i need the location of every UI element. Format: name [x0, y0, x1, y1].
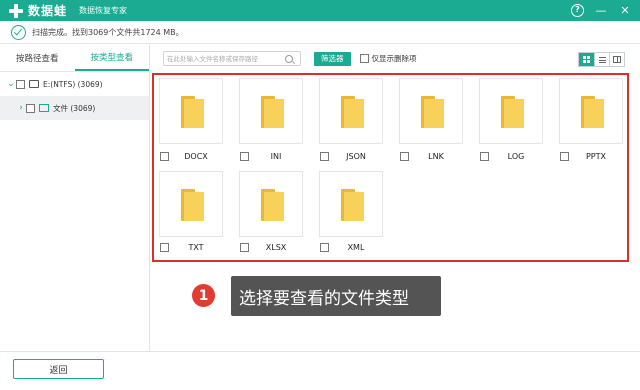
file-type-tile-xlsx[interactable]: [239, 171, 303, 237]
file-type-label: INI: [270, 152, 282, 161]
file-folder-icon: [39, 104, 49, 112]
file-type-tile-lnk[interactable]: [399, 78, 463, 144]
folder-icon: [581, 96, 604, 128]
detail-view-icon[interactable]: [609, 53, 624, 66]
file-type-tile-txt[interactable]: [159, 171, 223, 237]
file-type-label: DOCX: [184, 152, 208, 161]
grid-view-icon[interactable]: [579, 53, 594, 66]
app-subtitle: 数据恢复专家: [79, 6, 128, 15]
step-number-badge: 1: [192, 284, 215, 307]
status-bar: 扫描完成。找到3069个文件共1724 MB。: [0, 21, 640, 44]
file-type-tile-json[interactable]: [319, 78, 383, 144]
tree-files-checkbox[interactable]: [26, 103, 35, 113]
file-type-label: LNK: [428, 152, 444, 161]
tree-drive-label: E:(NTFS) (3069): [43, 79, 103, 89]
file-type-tile-xml[interactable]: [319, 171, 383, 237]
file-type-label: PPTX: [585, 152, 606, 161]
folder-icon: [181, 189, 204, 221]
drive-icon: [29, 80, 39, 88]
window-controls: ? — ✕: [571, 3, 632, 17]
scan-status-text: 扫描完成。找到3069个文件共1724 MB。: [32, 27, 184, 37]
tree-item-files[interactable]: › 文件 (3069): [0, 96, 149, 120]
tree-item-drive[interactable]: ⌄ E:(NTFS) (3069): [0, 72, 149, 96]
file-type-label: LOG: [507, 152, 525, 161]
folder-icon: [341, 96, 364, 128]
tree-files-label: 文件 (3069): [53, 103, 96, 113]
help-icon[interactable]: ?: [571, 3, 584, 17]
search-box: [163, 51, 301, 66]
folder-icon: [501, 96, 524, 128]
search-icon[interactable]: [285, 54, 293, 63]
folder-icon: [341, 189, 364, 221]
only-deleted-label: 仅显示删除项: [371, 54, 417, 63]
minimize-icon[interactable]: —: [594, 3, 608, 17]
filter-button[interactable]: 筛选器: [314, 51, 351, 66]
app-name: 数据蛙: [28, 4, 68, 18]
chevron-right-icon[interactable]: ›: [16, 103, 26, 113]
search-input[interactable]: [164, 52, 282, 65]
only-deleted-toggle[interactable]: 仅显示删除项: [359, 53, 417, 64]
file-type-tile-pptx[interactable]: [559, 78, 623, 144]
back-button[interactable]: 返回: [13, 359, 104, 379]
tab-by-path[interactable]: 按路径查看: [0, 45, 75, 71]
check-circle-icon: [11, 24, 26, 40]
folder-icon: [181, 96, 204, 128]
close-icon[interactable]: ✕: [618, 3, 632, 17]
app-logo-icon: [9, 3, 23, 18]
app-window: 数据蛙 数据恢复专家 ? — ✕ 扫描完成。找到3069个文件共1724 MB。…: [0, 0, 640, 390]
file-type-tile-ini[interactable]: [239, 78, 303, 144]
file-type-tile-log[interactable]: [479, 78, 543, 144]
folder-icon: [261, 189, 284, 221]
content-toolbar: 筛选器 仅显示删除项: [151, 45, 640, 72]
view-tabs: 按路径查看 按类型查看: [0, 45, 149, 72]
highlight-box: [152, 73, 629, 262]
expand-arrow-icon[interactable]: ⌄: [6, 79, 16, 89]
tree-drive-checkbox[interactable]: [16, 79, 25, 89]
instruction-callout: 选择要查看的文件类型: [231, 276, 441, 316]
sidebar: 按路径查看 按类型查看 ⌄ E:(NTFS) (3069) › 文件 (3069…: [0, 45, 150, 351]
title-bar: 数据蛙 数据恢复专家 ? — ✕: [0, 0, 640, 21]
file-type-label: XLSX: [265, 243, 287, 252]
view-mode-switcher: [578, 52, 625, 67]
file-type-tile-docx[interactable]: [159, 78, 223, 144]
list-view-icon[interactable]: [594, 53, 609, 66]
tab-by-type[interactable]: 按类型查看: [74, 45, 149, 71]
file-type-label: XML: [347, 243, 365, 252]
bottom-bar: 返回: [0, 351, 640, 390]
only-deleted-checkbox[interactable]: [359, 54, 369, 63]
folder-icon: [261, 96, 284, 128]
file-type-label: TXT: [188, 243, 204, 252]
folder-icon: [421, 96, 444, 128]
file-type-label: JSON: [346, 152, 366, 161]
